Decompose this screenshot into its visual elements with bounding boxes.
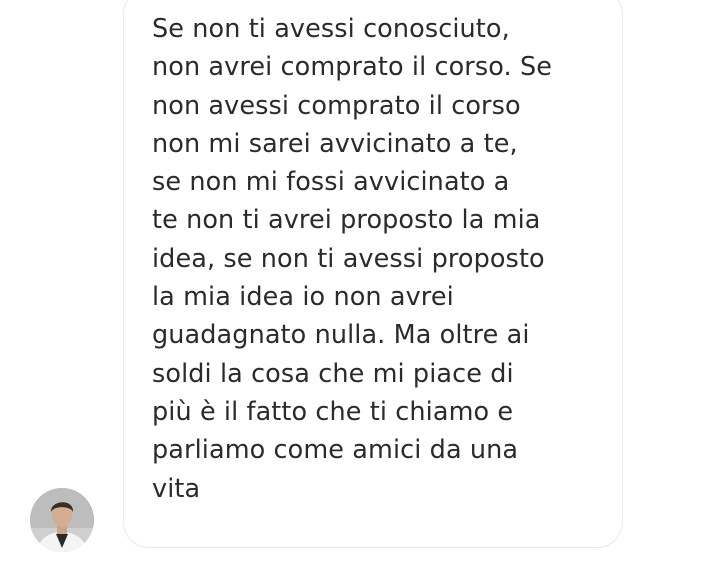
message-line: idea, se non ti avessi proposto	[152, 243, 545, 274]
message-line: soldi la cosa che mi piace di	[152, 358, 514, 389]
message-line: parliamo come amici da una	[152, 435, 519, 466]
message-line: non mi sarei avvicinato a te,	[152, 128, 518, 159]
message-line: vita	[152, 473, 201, 504]
message-line: se non mi fossi avvicinato a	[152, 167, 510, 198]
message-line: non avessi comprato il corso	[152, 90, 521, 121]
message-line: Se non ti avessi conosciuto,	[152, 14, 510, 44]
chat-screen: Se non ti avessi conosciuto, non avrei c…	[0, 0, 713, 568]
message-line: la mia idea io non avrei	[152, 282, 454, 313]
sender-avatar[interactable]	[30, 488, 94, 552]
message-line: guadagnato nulla. Ma oltre ai	[152, 320, 530, 351]
user-photo-avatar-icon	[30, 488, 94, 552]
message-line: non avrei comprato il corso. Se	[152, 52, 553, 83]
message-text: Se non ti avessi conosciuto, non avrei c…	[152, 10, 612, 508]
message-line: più è il fatto che ti chiamo e	[152, 396, 514, 427]
message-line: te non ti avrei proposto la mia	[152, 205, 541, 236]
